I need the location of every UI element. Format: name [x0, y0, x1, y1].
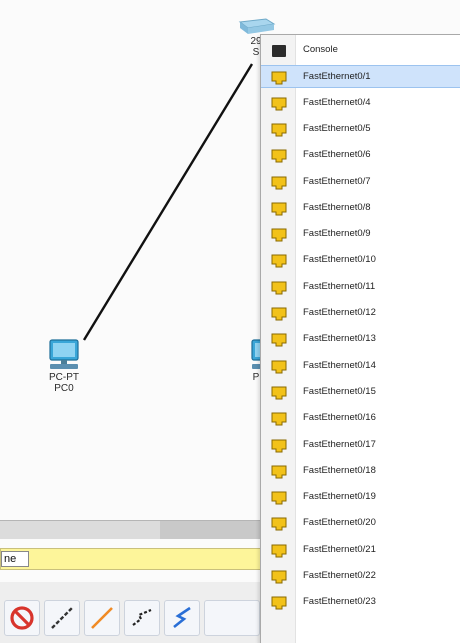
fastethernet-port-icon: [271, 439, 287, 453]
menu-item-label: FastEthernet0/5: [303, 123, 371, 134]
pc0-device[interactable]: PC-PT PC0: [40, 338, 88, 394]
menu-item-port[interactable]: FastEthernet0/11: [261, 276, 460, 299]
fastethernet-port-icon: [271, 254, 287, 268]
connections-toolbar: [0, 582, 268, 643]
fastethernet-port-icon: [271, 176, 287, 190]
menu-item-port[interactable]: FastEthernet0/6: [261, 144, 460, 167]
menu-item-label: FastEthernet0/11: [303, 281, 376, 292]
pc-icon: [49, 339, 79, 369]
fastethernet-port-icon: [271, 307, 287, 321]
fastethernet-port-icon: [271, 149, 287, 163]
cancel-connection-icon: [10, 606, 34, 630]
serial-cable-button[interactable]: [164, 600, 200, 636]
ethernet-cable: [82, 63, 254, 341]
menu-item-port[interactable]: FastEthernet0/14: [261, 355, 460, 378]
menu-item-label: FastEthernet0/15: [303, 386, 376, 397]
menu-item-label: FastEthernet0/7: [303, 176, 371, 187]
menu-item-port[interactable]: FastEthernet0/1: [261, 65, 460, 88]
automatic-connection-button[interactable]: [44, 600, 80, 636]
menu-item-label: FastEthernet0/19: [303, 491, 376, 502]
fastethernet-port-icon: [271, 570, 287, 584]
menu-item-port[interactable]: FastEthernet0/10: [261, 249, 460, 272]
pc0-type-label: PC-PT: [49, 372, 79, 383]
serial-cable-icon: [173, 606, 191, 629]
menu-item-port[interactable]: FastEthernet0/4: [261, 92, 460, 115]
fastethernet-port-icon: [271, 333, 287, 347]
menu-item-label: FastEthernet0/12: [303, 307, 376, 318]
fastethernet-port-icon: [271, 412, 287, 426]
cancel-connection-button[interactable]: [4, 600, 40, 636]
menu-item-port[interactable]: FastEthernet0/15: [261, 381, 460, 404]
menu-item-label: FastEthernet0/20: [303, 517, 376, 528]
menu-item-port[interactable]: FastEthernet0/16: [261, 407, 460, 430]
fastethernet-port-icon: [271, 360, 287, 374]
menu-item-port[interactable]: FastEthernet0/13: [261, 328, 460, 351]
menu-item-port[interactable]: FastEthernet0/8: [261, 197, 460, 220]
menu-item-label: FastEthernet0/9: [303, 228, 371, 239]
panel-tab-strip: [0, 520, 268, 539]
menu-item-label: FastEthernet0/6: [303, 149, 371, 160]
menu-item-label: FastEthernet0/18: [303, 465, 376, 476]
fastethernet-port-icon: [271, 517, 287, 531]
console-port-icon: [272, 45, 286, 57]
menu-item-port[interactable]: FastEthernet0/5: [261, 118, 460, 141]
crossover-cable-button[interactable]: [124, 600, 160, 636]
fastethernet-port-icon: [271, 71, 287, 85]
menu-item-label: FastEthernet0/13: [303, 333, 376, 344]
fastethernet-port-icon: [271, 596, 287, 610]
fastethernet-port-icon: [271, 97, 287, 111]
menu-item-port[interactable]: FastEthernet0/18: [261, 460, 460, 483]
menu-item-label: FastEthernet0/8: [303, 202, 371, 213]
more-cables-button[interactable]: [204, 600, 260, 636]
fastethernet-port-icon: [271, 228, 287, 242]
menu-item-label: FastEthernet0/16: [303, 412, 376, 423]
fastethernet-port-icon: [271, 544, 287, 558]
pc0-name-label: PC0: [54, 383, 74, 394]
automatic-connection-icon: [51, 607, 73, 629]
menu-item-label: FastEthernet0/21: [303, 544, 376, 555]
menu-item-label: FastEthernet0/23: [303, 596, 376, 607]
name-input[interactable]: ne: [1, 551, 29, 567]
device-name-bar: ne: [0, 548, 266, 570]
fastethernet-port-icon: [271, 465, 287, 479]
fastethernet-port-icon: [271, 202, 287, 216]
menu-item-port[interactable]: FastEthernet0/17: [261, 434, 460, 457]
menu-item-port[interactable]: FastEthernet0/22: [261, 565, 460, 588]
menu-item-port[interactable]: FastEthernet0/7: [261, 171, 460, 194]
straight-through-cable-button[interactable]: [84, 600, 120, 636]
menu-item-port[interactable]: FastEthernet0/23: [261, 591, 460, 614]
crossover-cable-icon: [132, 608, 152, 626]
menu-item-label: FastEthernet0/14: [303, 360, 376, 371]
port-selection-menu: Console FastEthernet0/1 FastEthernet0/4 Fas…: [260, 34, 460, 643]
menu-item-port[interactable]: FastEthernet0/12: [261, 302, 460, 325]
menu-item-label: Console: [303, 44, 338, 55]
menu-item-port[interactable]: FastEthernet0/19: [261, 486, 460, 509]
straight-through-cable-icon: [91, 607, 113, 629]
menu-item-port[interactable]: FastEthernet0/9: [261, 223, 460, 246]
menu-item-label: FastEthernet0/1: [303, 71, 371, 82]
menu-item-label: FastEthernet0/10: [303, 254, 376, 265]
fastethernet-port-icon: [271, 386, 287, 400]
menu-item-port[interactable]: FastEthernet0/21: [261, 539, 460, 562]
fastethernet-port-icon: [271, 123, 287, 137]
menu-item-port[interactable]: FastEthernet0/20: [261, 512, 460, 535]
panel-tab[interactable]: [0, 521, 160, 539]
fastethernet-port-icon: [271, 491, 287, 505]
menu-item-label: FastEthernet0/17: [303, 439, 376, 450]
menu-item-label: FastEthernet0/4: [303, 97, 371, 108]
menu-item-label: FastEthernet0/22: [303, 570, 376, 581]
fastethernet-port-icon: [271, 281, 287, 295]
menu-item-console[interactable]: Console: [261, 39, 460, 62]
